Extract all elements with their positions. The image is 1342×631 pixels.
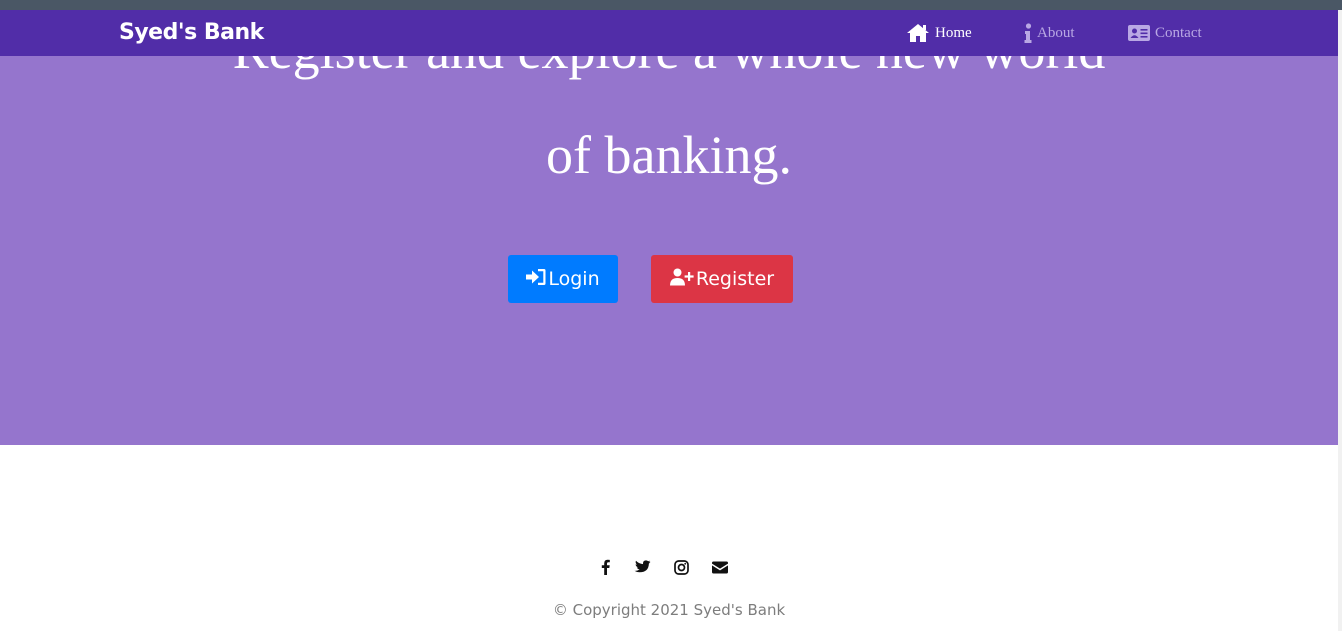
nav-link-contact[interactable]: Contact	[1128, 10, 1202, 56]
address-card-icon	[1128, 25, 1150, 41]
home-icon	[906, 23, 930, 43]
login-button-label: Login	[548, 268, 600, 290]
register-button-label: Register	[695, 268, 775, 290]
info-icon	[1024, 23, 1032, 43]
navbar: Syed's Bank Home About Contact	[0, 10, 1338, 56]
nav-link-home[interactable]: Home	[906, 10, 972, 56]
sign-in-icon	[526, 268, 546, 291]
login-button[interactable]: Login	[508, 255, 618, 303]
facebook-icon[interactable]	[595, 557, 615, 577]
nav-link-home-label: Home	[935, 24, 972, 41]
copyright-text: © Copyright 2021 Syed's Bank	[552, 601, 786, 619]
nav-link-about[interactable]: About	[1024, 10, 1075, 56]
hero-heading-line-2: of banking.	[546, 125, 792, 185]
user-plus-icon	[669, 268, 694, 291]
register-button[interactable]: Register	[651, 255, 793, 303]
envelope-icon[interactable]	[710, 557, 730, 577]
scrollbar[interactable]	[1338, 10, 1342, 631]
nav-link-contact-label: Contact	[1155, 24, 1202, 41]
twitter-icon[interactable]	[632, 557, 652, 577]
instagram-icon[interactable]	[671, 557, 691, 577]
brand-logo[interactable]: Syed's Bank	[119, 10, 264, 56]
nav-link-about-label: About	[1037, 24, 1075, 41]
browser-top-strip	[0, 0, 1342, 10]
hero-section: Register and explore a whole new world o…	[0, 10, 1338, 445]
